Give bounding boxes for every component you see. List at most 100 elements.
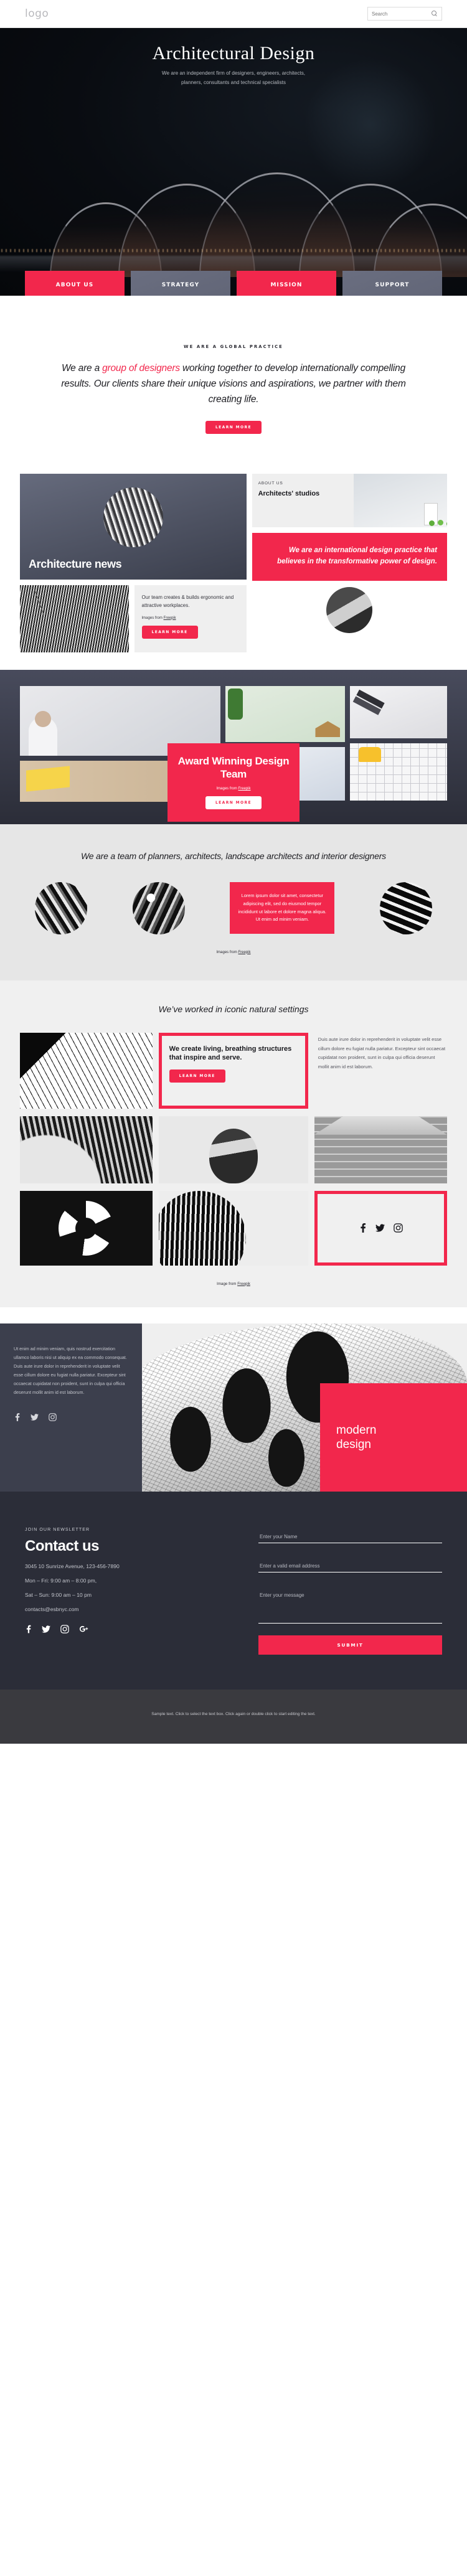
modern-label-line-2: design — [336, 1437, 371, 1451]
news-learn-more-button[interactable]: LEARN MORE — [141, 625, 198, 639]
team-credit: Images from Freepik — [35, 951, 432, 954]
search-box[interactable] — [367, 7, 442, 21]
iconic-settings-section: We’ve worked in iconic natural settings … — [0, 980, 467, 1307]
news-hero-card[interactable]: Architecture news — [20, 474, 247, 580]
iconic-facade-image — [158, 1190, 308, 1266]
iconic-learn-more-button[interactable]: LEARN MORE — [169, 1069, 225, 1083]
facebook-icon[interactable] — [25, 1625, 32, 1634]
avatar — [209, 1128, 258, 1183]
contact-title: Contact us — [25, 1537, 100, 1554]
google-plus-icon[interactable] — [79, 1625, 89, 1634]
practice-learn-more-button[interactable]: LEARN MORE — [205, 421, 262, 435]
newsletter-eyebrow: JOIN OUR NEWSLETTER — [25, 1527, 90, 1532]
news-note-card: Our team creates & builds ergonomic and … — [134, 585, 247, 653]
contact-info-column: JOIN OUR NEWSLETTER Contact us 3045 10 S… — [25, 1528, 234, 1655]
message-field[interactable] — [258, 1588, 442, 1624]
iconic-heading: We’ve worked in iconic natural settings — [158, 1004, 309, 1014]
architects-studios-text: ABOUT US Architects' studios — [252, 474, 354, 527]
nav-card-support[interactable]: SUPPORT — [342, 271, 442, 296]
iconic-callout-card: We create living, breathing structures t… — [158, 1032, 308, 1109]
practice-statement: We are a group of designers working toge… — [50, 360, 417, 407]
credit-link[interactable]: Freepik — [164, 616, 176, 620]
iconic-paragraph: Duis aute irure dolor in reprehenderit i… — [318, 1036, 446, 1070]
nav-card-label: SUPPORT — [375, 282, 410, 288]
contact-hours-weekday: Mon – Fri: 9:00 am – 8:00 pm, — [25, 1577, 97, 1584]
email-field[interactable] — [258, 1559, 442, 1572]
news-note-text: Our team creates & builds ergonomic and … — [141, 595, 234, 608]
name-field[interactable] — [258, 1530, 442, 1543]
twitter-icon[interactable] — [375, 1223, 385, 1233]
global-practice-section: WE ARE A GLOBAL PRACTICE We are a group … — [0, 296, 467, 455]
award-section: Award Winning Design Team Images from Fr… — [0, 670, 467, 825]
modern-text-panel: Ut enim ad minim veniam, quis nostrud ex… — [0, 1323, 142, 1492]
iconic-portrait-image — [158, 1116, 308, 1183]
credit-prefix: Images from — [216, 786, 238, 791]
page-title: Architectural Design — [152, 43, 315, 63]
iconic-row-3 — [20, 1190, 447, 1266]
architects-studios-card[interactable]: ABOUT US Architects' studios — [252, 474, 447, 528]
credit-prefix: Images from — [216, 950, 238, 954]
nav-card-label: STRATEGY — [161, 282, 200, 288]
news-right-column: ABOUT US Architects' studios We are an i… — [252, 474, 447, 633]
footer-text: Sample text. Click to select the text bo… — [151, 1711, 316, 1716]
site-logo[interactable]: logo — [25, 7, 49, 20]
instagram-icon[interactable] — [394, 1223, 403, 1233]
house-model-image — [225, 686, 346, 743]
iconic-card-title: We create living, breathing structures t… — [169, 1045, 292, 1061]
facebook-icon[interactable] — [359, 1223, 367, 1233]
credit-prefix: Image from — [217, 1281, 238, 1286]
contact-email[interactable]: contacts@esbnyc.com — [25, 1606, 234, 1612]
keys-handover-image — [326, 586, 373, 633]
stadium-artwork — [0, 146, 467, 277]
search-input[interactable] — [372, 11, 422, 17]
international-quote-text: We are an international design practice … — [277, 547, 437, 565]
contact-address: 3045 10 Sunrize Avenue, 123-456-7890 — [25, 1563, 120, 1569]
twitter-icon[interactable] — [42, 1625, 50, 1634]
hero-subtitle-line-2: planners, consultants and technical spec… — [181, 80, 286, 86]
submit-button[interactable]: SUBMIT — [258, 1635, 442, 1655]
team-circle-image-3 — [379, 881, 432, 934]
hero-subtitle: We are an independent firm of designers,… — [0, 68, 467, 87]
team-heading: We are a team of planners, architects, l… — [81, 851, 386, 862]
hero-banner: Architectural Design We are an independe… — [0, 28, 467, 296]
award-column-3 — [350, 686, 447, 802]
news-bottom-row: Our team creates & builds ergonomic and … — [20, 585, 247, 653]
nav-card-strategy[interactable]: STRATEGY — [131, 271, 230, 296]
team-lorem-text: Lorem ipsum dolor sit amet, consectetur … — [238, 893, 326, 923]
team-circle-image-1 — [35, 881, 87, 934]
award-credit: Images from Freepik — [177, 787, 290, 791]
nav-card-row: ABOUT US STRATEGY MISSION SUPPORT — [25, 271, 442, 296]
nav-card-about-us[interactable]: ABOUT US — [25, 271, 125, 296]
sketch-image — [20, 1032, 153, 1109]
architects-model-image — [353, 474, 447, 528]
nav-card-label: MISSION — [270, 282, 303, 288]
award-learn-more-button[interactable]: LEARN MORE — [205, 796, 262, 809]
search-icon[interactable] — [432, 11, 438, 17]
contact-social-row — [25, 1624, 234, 1634]
architects-title: Architects' studios — [258, 490, 320, 498]
credit-link[interactable]: Freepik — [237, 1282, 250, 1286]
instagram-icon[interactable] — [60, 1624, 69, 1634]
iconic-credit: Image from Freepik — [20, 1282, 447, 1286]
credit-prefix: Images from — [141, 616, 164, 620]
credit-link[interactable]: Freepik — [238, 787, 251, 791]
iconic-row-1: We create living, breathing structures t… — [20, 1032, 447, 1109]
modern-label-line-1: modern — [336, 1423, 377, 1437]
iconic-paragraph-block: Duis aute irure dolor in reprehenderit i… — [314, 1033, 447, 1109]
landing-page: logo Architectural Design We are an inde… — [0, 0, 467, 1744]
contact-form-column: SUBMIT — [258, 1528, 442, 1655]
iconic-row-2 — [20, 1116, 447, 1183]
news-note-credit: Images from Freepik — [142, 616, 239, 620]
news-headline: Architecture news — [29, 558, 122, 571]
award-title: Award Winning Design Team — [177, 755, 290, 781]
facebook-icon[interactable] — [14, 1413, 21, 1421]
news-hero-image — [103, 487, 163, 548]
credit-link[interactable]: Freepik — [238, 951, 251, 954]
nav-card-mission[interactable]: MISSION — [237, 271, 336, 296]
modern-social-row — [14, 1413, 128, 1421]
iconic-image-4 — [20, 1116, 153, 1183]
instagram-icon[interactable] — [49, 1413, 57, 1421]
modern-paragraph: Ut enim ad minim veniam, quis nostrud ex… — [14, 1345, 127, 1395]
news-left-column: Architecture news Our team creates & bui… — [20, 474, 247, 653]
twitter-icon[interactable] — [31, 1413, 39, 1421]
